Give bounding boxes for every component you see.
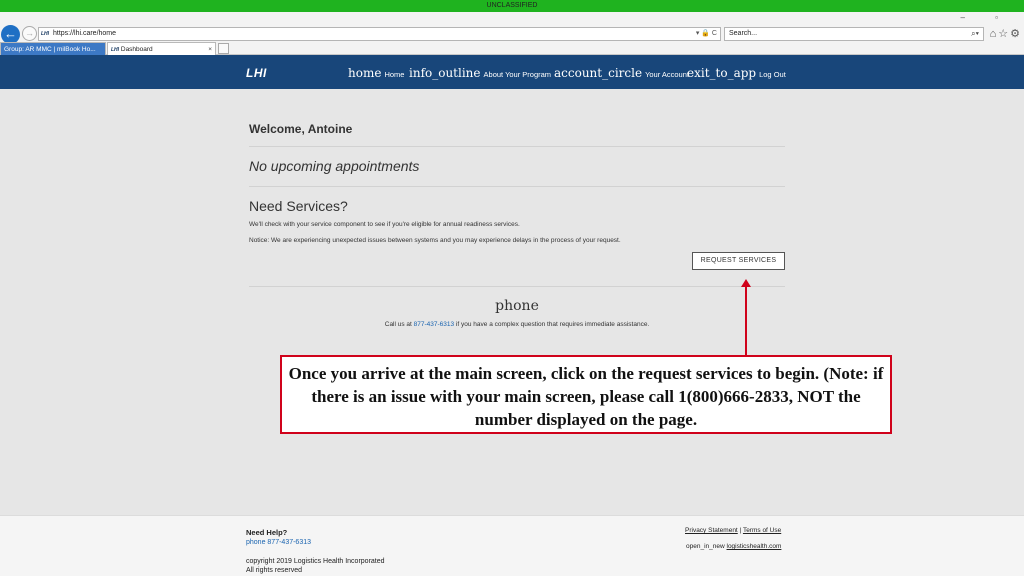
phone-icon: phone xyxy=(495,298,539,314)
external-site: open_in_new logisticshealth.com xyxy=(686,543,781,550)
phone-link[interactable]: 877-437-6313 xyxy=(414,321,454,328)
browser-chrome: – ▫ ← → LHI https://lhi.care/home ▾ 🔒 C S… xyxy=(0,12,1024,55)
terms-link[interactable]: Terms of Use xyxy=(743,527,781,534)
need-help-heading: Need Help? xyxy=(246,528,288,537)
nav-about-label: About Your Program xyxy=(483,70,552,79)
call-us-text: Call us at 877-437-6313 if you have a co… xyxy=(249,321,785,328)
open-in-new-icon: open_in_new xyxy=(686,543,725,550)
nav-logout[interactable]: exit_to_app Log Out xyxy=(687,64,786,82)
request-services-button[interactable]: REQUEST SERVICES xyxy=(692,252,785,270)
info-outline-icon: info_outline xyxy=(409,66,481,80)
divider xyxy=(249,186,785,187)
window-controls[interactable]: – ▫ xyxy=(960,13,1012,22)
nav-home-label: Home xyxy=(384,70,405,79)
nav-about[interactable]: info_outline About Your Program xyxy=(409,64,551,82)
tab-dashboard[interactable]: LHI Dashboard × xyxy=(107,42,216,55)
callout-arrow xyxy=(745,282,747,357)
browser-search-input[interactable]: Search... ⌕▾ xyxy=(724,27,984,41)
lhi-logo[interactable]: LHI xyxy=(246,66,267,80)
nav-account[interactable]: account_circle Your Account xyxy=(554,64,689,82)
tab-milbook[interactable]: Group: AR MMC | milBook Ho... xyxy=(0,42,106,55)
site-header: LHI home Home info_outline About Your Prog… xyxy=(0,55,1024,89)
divider xyxy=(249,146,785,147)
divider xyxy=(249,286,785,287)
rights-text: All rights reserved xyxy=(246,567,303,574)
address-bar[interactable]: LHI https://lhi.care/home ▾ 🔒 C xyxy=(38,27,721,41)
search-icon[interactable]: ⌕▾ xyxy=(971,28,979,40)
footer-phone-link[interactable]: phone 877-437-6313 xyxy=(246,539,311,546)
address-tools[interactable]: ▾ 🔒 C xyxy=(696,28,717,40)
copyright-text: copyright 2019 Logistics Health Incorpor… xyxy=(246,558,385,565)
privacy-link[interactable]: Privacy Statement xyxy=(685,527,738,534)
address-url[interactable]: https://lhi.care/home xyxy=(53,30,116,37)
call-suffix: if you have a complex question that requ… xyxy=(454,321,650,328)
call-prefix: Call us at xyxy=(384,321,414,328)
search-placeholder: Search... xyxy=(729,30,758,37)
toolbar-icons[interactable]: ⌂☆⚙ xyxy=(990,27,1022,40)
tab-dashboard-label: Dashboard xyxy=(120,46,153,53)
home-icon: home xyxy=(348,66,382,80)
tab-favicon-icon: LHI xyxy=(111,47,120,53)
nav-account-label: Your Account xyxy=(645,70,689,79)
exit-to-app-icon: exit_to_app xyxy=(687,66,757,80)
site-favicon-icon: LHI xyxy=(41,31,50,37)
nav-logout-label: Log Out xyxy=(759,70,786,79)
appointments-status: No upcoming appointments xyxy=(249,158,420,174)
new-tab-button[interactable] xyxy=(218,43,229,54)
forward-icon[interactable]: → xyxy=(22,26,37,41)
nav-home[interactable]: home Home xyxy=(348,64,404,82)
delay-notice: Notice: We are experiencing unexpected i… xyxy=(249,237,621,244)
account-circle-icon: account_circle xyxy=(554,66,643,80)
classification-banner: UNCLASSIFIED xyxy=(0,0,1024,12)
logisticshealth-link[interactable]: logisticshealth.com xyxy=(727,543,782,550)
instruction-callout: Once you arrive at the main screen, clic… xyxy=(280,355,892,434)
site-footer: Need Help? phone 877-437-6313 copyright … xyxy=(0,515,1024,576)
footer-links: Privacy Statement | Terms of Use xyxy=(685,527,781,534)
services-heading: Need Services? xyxy=(249,198,348,214)
services-description: We'll check with your service component … xyxy=(249,221,520,228)
welcome-heading: Welcome, Antoine xyxy=(249,122,353,136)
